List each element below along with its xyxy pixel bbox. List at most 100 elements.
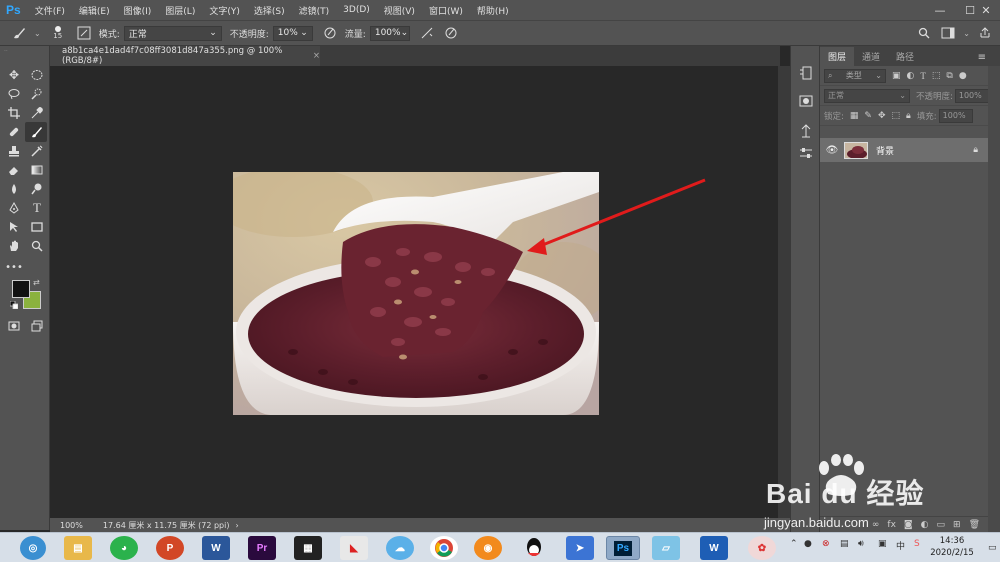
zoom-tool-icon[interactable] <box>27 237 47 255</box>
eye-icon[interactable]: 👁︎ <box>820 145 844 156</box>
tray-ime-icon[interactable]: 中 <box>896 539 905 552</box>
screen-mode-icon[interactable] <box>27 317 47 335</box>
canvas-vertical-scrollbar[interactable] <box>778 66 790 518</box>
more-tools-icon[interactable]: ••• <box>4 258 24 276</box>
zoom-level[interactable]: 100% <box>60 521 83 530</box>
lasso-tool-icon[interactable] <box>4 85 24 103</box>
fill-input[interactable]: 100% <box>938 108 973 123</box>
premiere-icon[interactable]: Pr <box>248 536 276 560</box>
panel-scrollbar[interactable] <box>988 66 1000 532</box>
path-select-tool-icon[interactable] <box>4 218 24 236</box>
new-layer-icon[interactable]: ⊞ <box>953 520 961 530</box>
brush-size-picker[interactable]: 15 <box>47 23 69 43</box>
mode-select[interactable]: 正常 ⌄ <box>123 25 222 41</box>
notification-icon[interactable]: ▭ <box>988 543 997 553</box>
adjustment-layer-icon[interactable]: ◐ <box>921 520 929 530</box>
status-menu-arrow-icon[interactable]: › <box>235 521 238 530</box>
link-layers-icon[interactable]: ∞ <box>872 520 880 530</box>
cloud-app-icon[interactable]: ☁ <box>386 536 414 560</box>
tray-security-icon[interactable]: ⊗ <box>822 539 830 549</box>
delete-layer-icon[interactable]: 🗑︎ <box>969 520 980 530</box>
powerpoint-icon[interactable]: P <box>156 536 184 560</box>
swap-colors-icon[interactable]: ⇄ <box>33 278 40 287</box>
firefox-like-icon[interactable]: ◉ <box>474 536 502 560</box>
add-mask-icon[interactable]: ◙ <box>904 520 913 530</box>
brush-tool-icon[interactable] <box>10 24 28 42</box>
file-explorer-icon[interactable]: ▤ <box>64 536 92 560</box>
tray-volume-icon[interactable]: 🔊︎ <box>858 539 864 549</box>
tab-channels[interactable]: 通道 <box>854 47 888 66</box>
blur-tool-icon[interactable] <box>4 180 24 198</box>
layer-style-icon[interactable]: fx <box>887 520 896 530</box>
panel-menu-icon[interactable]: ≡ <box>978 50 1000 66</box>
quick-select-tool-icon[interactable] <box>27 85 47 103</box>
workspace-chevron-icon[interactable]: ⌄ <box>963 29 970 38</box>
menu-filter[interactable]: 滤镜(T) <box>299 4 330 17</box>
menu-3d[interactable]: 3D(D) <box>343 5 370 15</box>
opacity-input[interactable]: 10% ⌄ <box>272 25 313 41</box>
tool-preset-chevron-icon[interactable]: ⌄ <box>34 29 41 38</box>
feishu-like-icon[interactable]: ➤ <box>566 536 594 560</box>
brush-settings-icon[interactable] <box>797 144 815 162</box>
layer-name[interactable]: 背景 <box>876 144 894 157</box>
taskbar-clock[interactable]: 14:36 2020/2/15 <box>922 535 982 559</box>
marquee-tool-icon[interactable] <box>27 66 47 84</box>
airbrush-icon[interactable] <box>418 24 436 42</box>
panel-grip[interactable]: ·· <box>4 49 46 55</box>
menu-file[interactable]: 文件(F) <box>35 4 65 17</box>
game-app-icon[interactable]: ✿ <box>748 536 776 560</box>
pen-tool-icon[interactable] <box>4 199 24 217</box>
lock-position-icon[interactable]: ✥ <box>878 111 886 121</box>
gradient-tool-icon[interactable] <box>27 161 47 179</box>
qq-icon[interactable] <box>520 536 548 560</box>
document-tab[interactable]: a8b1ca4e1dad4f7c08ff3081d847a355.png @ 1… <box>50 46 320 66</box>
properties-panel-icon[interactable] <box>797 122 815 140</box>
browser-360-icon[interactable]: ◎ <box>20 536 46 560</box>
brush-panel-toggle-icon[interactable] <box>75 24 93 42</box>
layer-filter-select[interactable]: ⌕ 类型 ⌄ <box>824 68 886 83</box>
menu-edit[interactable]: 编辑(E) <box>79 4 110 17</box>
tab-layers[interactable]: 图层 <box>820 47 855 66</box>
adjustments-panel-icon[interactable] <box>797 92 815 110</box>
brush-tool-icon[interactable] <box>27 123 47 141</box>
wechat-icon[interactable]: ◕ <box>110 536 138 560</box>
move-tool-icon[interactable]: ✥ <box>4 66 24 84</box>
notepad-app-icon[interactable]: ▱ <box>652 536 680 560</box>
eraser-tool-icon[interactable] <box>4 161 24 179</box>
filter-type-icon[interactable]: T <box>920 71 926 81</box>
filter-shape-icon[interactable]: ⬚ <box>932 71 941 81</box>
clone-stamp-tool-icon[interactable] <box>4 142 24 160</box>
lock-pixels-icon[interactable]: ✎ <box>864 111 872 121</box>
search-icon[interactable] <box>915 24 933 42</box>
blend-mode-select[interactable]: 正常 ⌄ <box>824 88 910 103</box>
default-colors-icon[interactable] <box>9 300 19 310</box>
lock-all-icon[interactable]: 🔒︎ <box>906 111 911 121</box>
pressure-size-icon[interactable] <box>442 24 460 42</box>
menu-layer[interactable]: 图层(L) <box>165 4 195 17</box>
tray-display-icon[interactable]: ▣ <box>878 539 887 549</box>
layer-opacity-input[interactable]: 100% <box>954 88 989 103</box>
word-icon[interactable]: W <box>202 536 230 560</box>
tab-paths[interactable]: 路径 <box>888 47 922 66</box>
lock-transparent-icon[interactable]: ▦ <box>850 111 859 121</box>
filter-smart-object-icon[interactable]: ⧉ <box>946 71 952 81</box>
close-button[interactable]: ✕ <box>972 0 1000 20</box>
minimize-button[interactable]: — <box>925 0 955 20</box>
lock-artboard-icon[interactable]: ⬚ <box>891 111 900 121</box>
image-viewer-icon[interactable]: ◣ <box>340 536 368 560</box>
share-icon[interactable] <box>976 24 994 42</box>
rectangle-tool-icon[interactable] <box>27 218 47 236</box>
foreground-color-swatch[interactable] <box>12 280 30 298</box>
menu-help[interactable]: 帮助(H) <box>477 4 509 17</box>
eyedropper-tool-icon[interactable] <box>27 104 47 122</box>
chrome-icon[interactable] <box>430 536 458 560</box>
tray-qq-icon[interactable]: ● <box>804 539 812 549</box>
filter-toggle-icon[interactable]: ● <box>959 71 967 81</box>
close-tab-icon[interactable]: × <box>313 51 320 61</box>
flow-input[interactable]: 100% ⌄ <box>369 25 410 41</box>
hand-tool-icon[interactable] <box>4 237 24 255</box>
type-tool-icon[interactable]: T <box>27 199 47 217</box>
new-group-icon[interactable]: ▭ <box>937 520 946 530</box>
crop-tool-icon[interactable] <box>4 104 24 122</box>
tray-expand-icon[interactable]: ⌃ <box>790 539 798 549</box>
